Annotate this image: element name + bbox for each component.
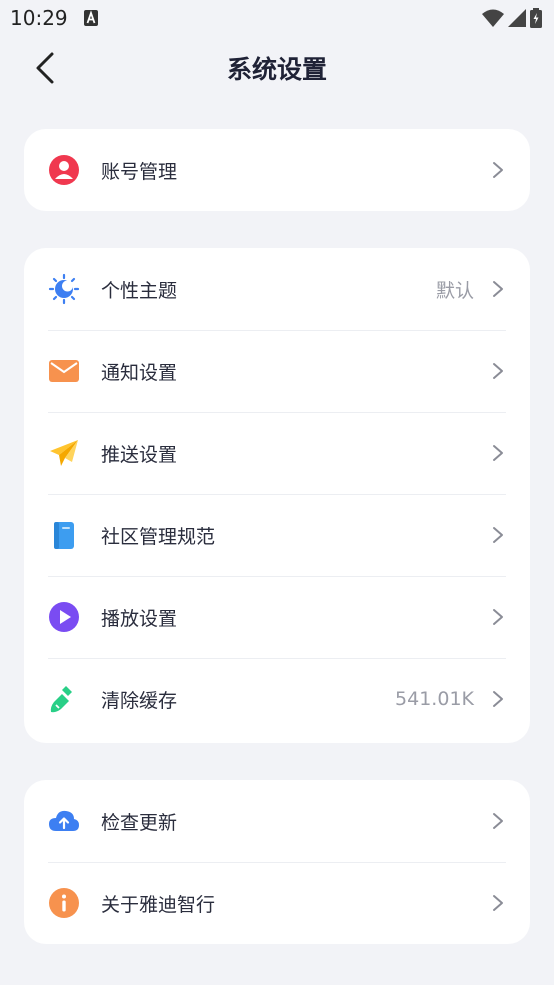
row-label: 社区管理规范 — [101, 525, 216, 548]
play-icon — [49, 602, 79, 632]
about-card: 检查更新 关于雅迪智行 — [24, 780, 530, 944]
row-account-management[interactable]: 账号管理 — [24, 129, 530, 211]
signal-icon — [508, 9, 526, 27]
cloud-upload-icon — [49, 810, 79, 831]
status-time: 10:29 — [10, 6, 68, 30]
paper-plane-icon — [50, 440, 78, 466]
user-icon — [49, 155, 79, 185]
info-icon — [49, 888, 79, 918]
row-about[interactable]: 关于雅迪智行 — [24, 862, 530, 944]
envelope-icon — [49, 360, 79, 382]
book-icon — [54, 522, 74, 549]
row-label: 检查更新 — [101, 811, 178, 834]
header: 系统设置 — [0, 40, 554, 96]
chevron-right-icon — [493, 527, 503, 543]
wifi-icon — [482, 9, 504, 27]
page-title: 系统设置 — [226, 55, 327, 84]
row-push-settings[interactable]: 推送设置 — [24, 412, 530, 494]
row-community-guidelines[interactable]: 社区管理规范 — [24, 494, 530, 576]
row-label: 账号管理 — [101, 160, 178, 183]
status-bar: 10:29 — [0, 0, 554, 36]
row-clear-cache[interactable]: 清除缓存 541.01K — [24, 658, 530, 740]
status-icons — [482, 8, 542, 28]
chevron-right-icon — [493, 162, 503, 178]
cache-size-value: 541.01K — [395, 688, 474, 710]
row-label: 通知设置 — [101, 361, 178, 384]
settings-card: 个性主题 默认 通知设置 推送设置 社区管理规范 播放设置 清除缓存 541.0… — [24, 248, 530, 743]
chevron-right-icon — [493, 813, 503, 829]
row-label: 个性主题 — [101, 279, 178, 302]
battery-icon — [530, 8, 542, 28]
row-value: 默认 — [435, 279, 474, 302]
row-label: 播放设置 — [101, 607, 178, 630]
chevron-right-icon — [493, 609, 503, 625]
account-card: 账号管理 — [24, 129, 530, 211]
row-playback-settings[interactable]: 播放设置 — [24, 576, 530, 658]
chevron-right-icon — [493, 445, 503, 461]
row-label: 清除缓存 — [101, 689, 178, 712]
chevron-right-icon — [493, 281, 503, 297]
row-personal-theme[interactable]: 个性主题 默认 — [24, 248, 530, 330]
chevron-right-icon — [493, 895, 503, 911]
row-check-update[interactable]: 检查更新 — [24, 780, 530, 862]
broom-icon — [50, 686, 72, 713]
chevron-right-icon — [493, 363, 503, 379]
theme-icon — [48, 273, 80, 305]
row-notification-settings[interactable]: 通知设置 — [24, 330, 530, 412]
chevron-right-icon — [493, 691, 503, 707]
notification-a-icon — [84, 10, 98, 26]
row-label: 关于雅迪智行 — [101, 893, 216, 916]
row-label: 推送设置 — [101, 443, 178, 466]
